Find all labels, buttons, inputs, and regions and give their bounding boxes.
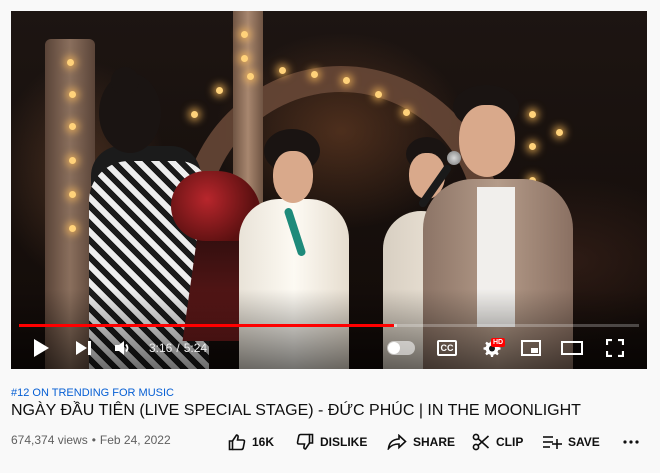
controls-gradient — [11, 289, 647, 369]
video-player[interactable]: 3:16/5:24 CC HD — [11, 11, 647, 369]
share-label: SHARE — [413, 435, 456, 449]
hd-badge: HD — [491, 338, 506, 347]
dislike-label: DISLIKE — [320, 435, 368, 449]
miniplayer-icon — [521, 340, 541, 356]
settings-button[interactable]: HD — [477, 336, 506, 360]
save-label: SAVE — [568, 435, 600, 449]
fullscreen-icon — [606, 339, 624, 357]
stage-bulb — [69, 191, 76, 198]
next-icon — [76, 341, 91, 355]
theater-mode-button[interactable] — [559, 336, 585, 360]
more-actions-button[interactable] — [619, 432, 643, 452]
stage-bulb — [241, 55, 248, 62]
view-count-date: 674,374 views • Feb 24, 2022 — [11, 433, 171, 447]
stage-bulb — [69, 225, 76, 232]
stage-bulb — [69, 91, 76, 98]
stage-bulb — [69, 123, 76, 130]
publish-date: Feb 24, 2022 — [99, 433, 171, 447]
clip-button[interactable]: CLIP — [472, 428, 523, 456]
view-count: 674,374 views — [11, 433, 88, 447]
stage-bulb — [403, 109, 410, 116]
stage-bulb — [69, 157, 76, 164]
stage-bulb — [241, 31, 248, 38]
duration: 5:24 — [183, 341, 208, 355]
stage-bulb — [343, 77, 350, 84]
autoplay-toggle-knob — [388, 342, 400, 354]
subtitles-button[interactable]: CC — [435, 336, 459, 360]
share-button[interactable]: SHARE — [387, 428, 455, 456]
like-button[interactable]: 16K — [228, 428, 274, 456]
stage-bulb — [279, 67, 286, 74]
like-count: 16K — [252, 435, 275, 449]
share-arrow-icon — [387, 434, 407, 450]
stage-bulb — [247, 73, 254, 80]
current-time: 3:16 — [149, 341, 173, 355]
performer-face — [273, 151, 313, 203]
stage-bulb — [191, 111, 198, 118]
save-button[interactable]: SAVE — [542, 428, 600, 456]
cc-icon: CC — [437, 340, 457, 356]
fullscreen-button[interactable] — [603, 336, 627, 360]
stage-bulb — [529, 143, 536, 150]
play-icon — [34, 339, 49, 357]
thumbs-up-icon — [228, 434, 246, 451]
stage-bulb — [375, 91, 382, 98]
dislike-button[interactable]: DISLIKE — [296, 428, 367, 456]
scissors-icon — [472, 433, 490, 451]
stage-bulb — [216, 87, 223, 94]
separator-dot: • — [91, 433, 96, 447]
stage-bulb — [556, 129, 563, 136]
next-button[interactable] — [71, 336, 95, 360]
time-display: 3:16/5:24 — [149, 341, 207, 355]
progress-bar[interactable] — [19, 324, 639, 327]
theater-icon — [561, 341, 583, 355]
mute-button[interactable] — [111, 336, 135, 360]
clip-label: CLIP — [496, 435, 524, 449]
video-title: NGÀY ĐẦU TIÊN (LIVE SPECIAL STAGE) - ĐỨC… — [11, 402, 581, 419]
more-dots-icon — [623, 440, 639, 444]
miniplayer-button[interactable] — [519, 336, 543, 360]
trending-link[interactable]: #12 ON TRENDING FOR MUSIC — [11, 387, 174, 399]
stage-bulb — [67, 59, 74, 66]
performer-main-face — [459, 105, 515, 177]
autoplay-toggle[interactable] — [387, 341, 415, 355]
progress-played — [19, 324, 395, 327]
time-separator: / — [176, 341, 180, 355]
playlist-add-icon — [543, 436, 562, 449]
performer-woman-bun — [111, 67, 139, 95]
stage-bulb — [311, 71, 318, 78]
volume-icon — [115, 341, 129, 355]
play-button[interactable] — [29, 336, 53, 360]
microphone-head — [447, 151, 461, 165]
thumbs-down-icon — [296, 433, 314, 450]
stage-bulb — [529, 111, 536, 118]
